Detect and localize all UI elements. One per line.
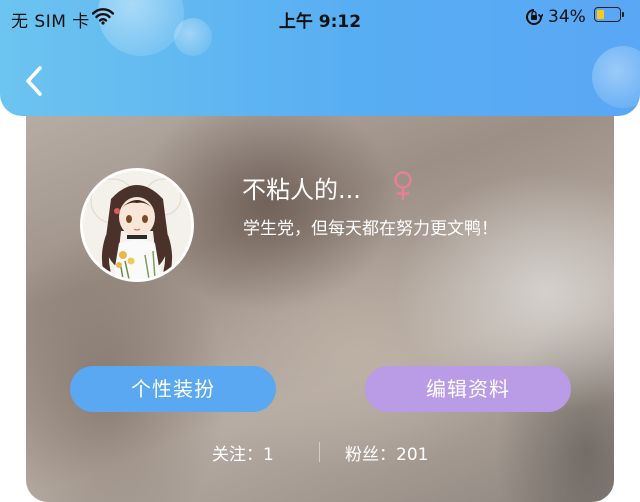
- profile-card: [26, 92, 614, 502]
- personalize-button[interactable]: 个性装扮: [70, 366, 276, 412]
- profile-signature: 学生党，但每天都在努力更文鸭！: [243, 219, 498, 239]
- header-bar: 无 SIM 卡 上午 9:12 34%: [0, 0, 640, 116]
- female-symbol-icon: [394, 171, 412, 200]
- battery-percent: 34%: [548, 7, 586, 27]
- following-stat[interactable]: 关注：1: [212, 440, 274, 465]
- status-bar: 无 SIM 卡 上午 9:12 34%: [0, 0, 640, 34]
- stat-divider: [319, 442, 320, 462]
- orientation-lock-icon: [526, 9, 543, 25]
- battery-icon: [594, 7, 621, 22]
- battery-level: [597, 10, 605, 19]
- followers-label: 粉丝：: [345, 445, 396, 465]
- following-label: 关注：: [212, 445, 263, 465]
- anime-girl-avatar: [83, 171, 191, 279]
- edit-profile-button[interactable]: 编辑资料: [365, 366, 571, 412]
- avatar[interactable]: [80, 168, 194, 282]
- chevron-left-icon[interactable]: [20, 64, 50, 98]
- battery-cap: [622, 12, 624, 17]
- profile-nickname: 不粘人的...: [242, 176, 361, 204]
- decorative-bubble: [592, 46, 640, 108]
- followers-count: 201: [396, 445, 429, 465]
- status-time: 上午 9:12: [278, 12, 362, 32]
- followers-stat[interactable]: 粉丝：201: [345, 440, 428, 465]
- following-count: 1: [263, 445, 274, 465]
